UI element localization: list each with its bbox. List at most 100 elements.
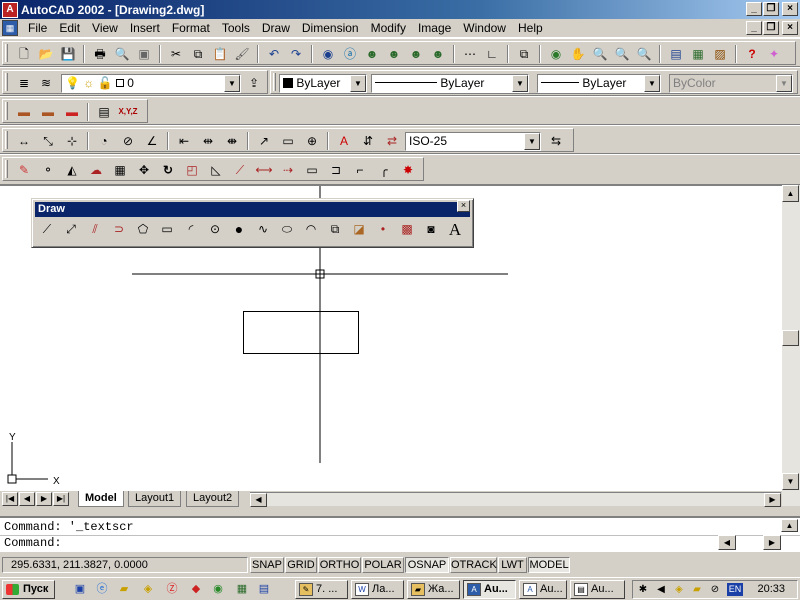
restore-button[interactable]: ❐	[763, 2, 779, 16]
offset-icon[interactable]: ☁	[85, 160, 107, 180]
polyline-icon[interactable]: ⊃	[108, 219, 130, 239]
new-icon[interactable]: 🗋	[13, 44, 35, 64]
dimension-style-icon[interactable]: ⇆	[545, 131, 567, 151]
opera-icon[interactable]: Ⓩ	[164, 582, 180, 597]
quick-leader-icon[interactable]: ↗	[253, 131, 275, 151]
radius-dimension-icon[interactable]: ◔	[93, 131, 115, 151]
continue-dimension-icon[interactable]: ⇼	[221, 131, 243, 151]
lengthen-icon[interactable]: ⟋	[229, 160, 251, 180]
diameter-dimension-icon[interactable]: ⊘	[117, 131, 139, 151]
break-icon[interactable]: ⊐	[325, 160, 347, 180]
draw-toolbar-title[interactable]: Draw	[35, 202, 470, 217]
make-block-icon[interactable]: ◪	[348, 219, 370, 239]
menu-help[interactable]: Help	[512, 19, 549, 37]
linear-dimension-icon[interactable]: ↔	[13, 131, 35, 151]
print-icon[interactable]: 🖶	[89, 44, 111, 64]
object-snap-icon[interactable]: ⋯	[459, 44, 481, 64]
task-button-4[interactable]: A Au...	[463, 580, 516, 599]
paste-icon[interactable]: 📋	[209, 44, 231, 64]
help-icon[interactable]: ?	[741, 44, 763, 64]
menu-view[interactable]: View	[86, 19, 124, 37]
chevron-down-icon[interactable]: ▼	[350, 75, 366, 92]
publish-icon[interactable]: ▣	[133, 44, 155, 64]
model-toggle[interactable]: MODEL	[528, 557, 570, 573]
tray-network-icon[interactable]: ⊘	[707, 582, 723, 597]
line-icon[interactable]: ⟋	[36, 219, 58, 239]
layer-select[interactable]: 💡 ☼ 🔓 0 ▼	[61, 74, 241, 93]
pan-icon[interactable]: ✋	[567, 44, 589, 64]
today-icon[interactable]: ⓐ	[339, 44, 361, 64]
dimstyle-select[interactable]: ISO-25 ▼	[405, 132, 541, 151]
cut-icon[interactable]: ✂	[165, 44, 187, 64]
cmd-scroll-left-icon[interactable]: ◀	[718, 535, 736, 550]
menu-modify[interactable]: Modify	[365, 19, 412, 37]
start-button[interactable]: Пуск	[2, 580, 55, 599]
coordinate-display[interactable]: 295.6331, 211.3827, 0.0000	[2, 557, 248, 573]
quick-dimension-icon[interactable]: ⇤	[173, 131, 195, 151]
fillet-icon[interactable]: ╭	[373, 160, 395, 180]
first-tab-icon[interactable]: |◀	[2, 492, 18, 506]
dimension-update-icon[interactable]: ⇄	[381, 131, 403, 151]
point-a-icon[interactable]: ☻	[383, 44, 405, 64]
scroll-down-icon[interactable]: ▼	[782, 473, 799, 490]
task-button-1[interactable]: ✎ 7. ...	[295, 580, 348, 599]
next-tab-icon[interactable]: ▶	[36, 492, 52, 506]
scroll-right-icon[interactable]: ▶	[764, 493, 781, 507]
meet-now-icon[interactable]: ☻	[361, 44, 383, 64]
menu-window[interactable]: Window	[457, 19, 512, 37]
zoom-previous-icon[interactable]: 🔍	[633, 44, 655, 64]
show-desktop-icon[interactable]: ▣	[72, 582, 88, 597]
id-point-icon[interactable]: X,Y,Z	[117, 102, 139, 122]
command-prompt[interactable]: Command:	[4, 536, 62, 551]
ordinate-dimension-icon[interactable]: ⊹	[61, 131, 83, 151]
tray-app-icon[interactable]: ◈	[671, 582, 687, 597]
language-indicator[interactable]: EN	[727, 583, 743, 596]
remove-from-workset-icon[interactable]: ▬	[61, 102, 83, 122]
center-mark-icon[interactable]: ⊕	[301, 131, 323, 151]
quicklaunch-app-icon[interactable]: ◈	[140, 582, 156, 597]
explode-icon[interactable]: ✸	[397, 160, 419, 180]
3d-dwf-icon[interactable]: ◉	[317, 44, 339, 64]
baseline-dimension-icon[interactable]: ⇹	[197, 131, 219, 151]
tool-extra-icon[interactable]: ✦	[763, 44, 785, 64]
menu-image[interactable]: Image	[412, 19, 457, 37]
tab-layout2[interactable]: Layout2	[186, 491, 240, 507]
open-icon[interactable]: 📂	[35, 44, 57, 64]
polar-toggle[interactable]: POLAR	[362, 557, 404, 573]
zoom-realtime-icon[interactable]: 🔍	[589, 44, 611, 64]
save-icon[interactable]: 💾	[57, 44, 79, 64]
chevron-down-icon[interactable]: ▼	[512, 75, 528, 92]
tolerance-icon[interactable]: ▭	[277, 131, 299, 151]
cmd-scroll-up-icon[interactable]: ▲	[781, 519, 798, 532]
region-icon[interactable]: ◙	[420, 219, 442, 239]
task-button-2[interactable]: W Ла...	[351, 580, 404, 599]
multiline-icon[interactable]: ⫽	[84, 219, 106, 239]
close-button[interactable]: ×	[782, 2, 798, 16]
break-at-point-icon[interactable]: ▭	[301, 160, 323, 180]
autocad-app-icon[interactable]: A	[2, 1, 18, 18]
player-icon[interactable]: ◉	[210, 582, 226, 597]
add-to-workset-icon[interactable]: ▬	[37, 102, 59, 122]
menu-file[interactable]: File	[22, 19, 53, 37]
undo-icon[interactable]: ↶	[263, 44, 285, 64]
chamfer-icon[interactable]: ⌐	[349, 160, 371, 180]
multiline-text-icon[interactable]: ▤	[93, 102, 115, 122]
rectangle-icon[interactable]: ▭	[156, 219, 178, 239]
vertical-scrollbar[interactable]: ▲ ▼	[782, 185, 800, 506]
drawn-rectangle[interactable]	[243, 311, 359, 354]
menu-draw[interactable]: Draw	[256, 19, 296, 37]
named-views-icon[interactable]: ⧉	[513, 44, 535, 64]
ellipse-icon[interactable]: ⬭	[276, 219, 298, 239]
edit-block-icon[interactable]: ▬	[13, 102, 35, 122]
last-tab-icon[interactable]: ▶|	[53, 492, 69, 506]
redo-icon[interactable]: ↷	[285, 44, 307, 64]
circle-icon[interactable]: ⊙	[204, 219, 226, 239]
zoom-window-icon[interactable]: 🔍	[611, 44, 633, 64]
prev-tab-icon[interactable]: ◀	[19, 492, 35, 506]
doc-close-button[interactable]: ×	[782, 21, 798, 35]
copy-icon[interactable]: ⧉	[187, 44, 209, 64]
mirror-icon[interactable]: ◭	[61, 160, 83, 180]
menu-edit[interactable]: Edit	[53, 19, 86, 37]
dimension-text-edit-icon[interactable]: ⇵	[357, 131, 379, 151]
stretch-icon[interactable]: ◺	[205, 160, 227, 180]
